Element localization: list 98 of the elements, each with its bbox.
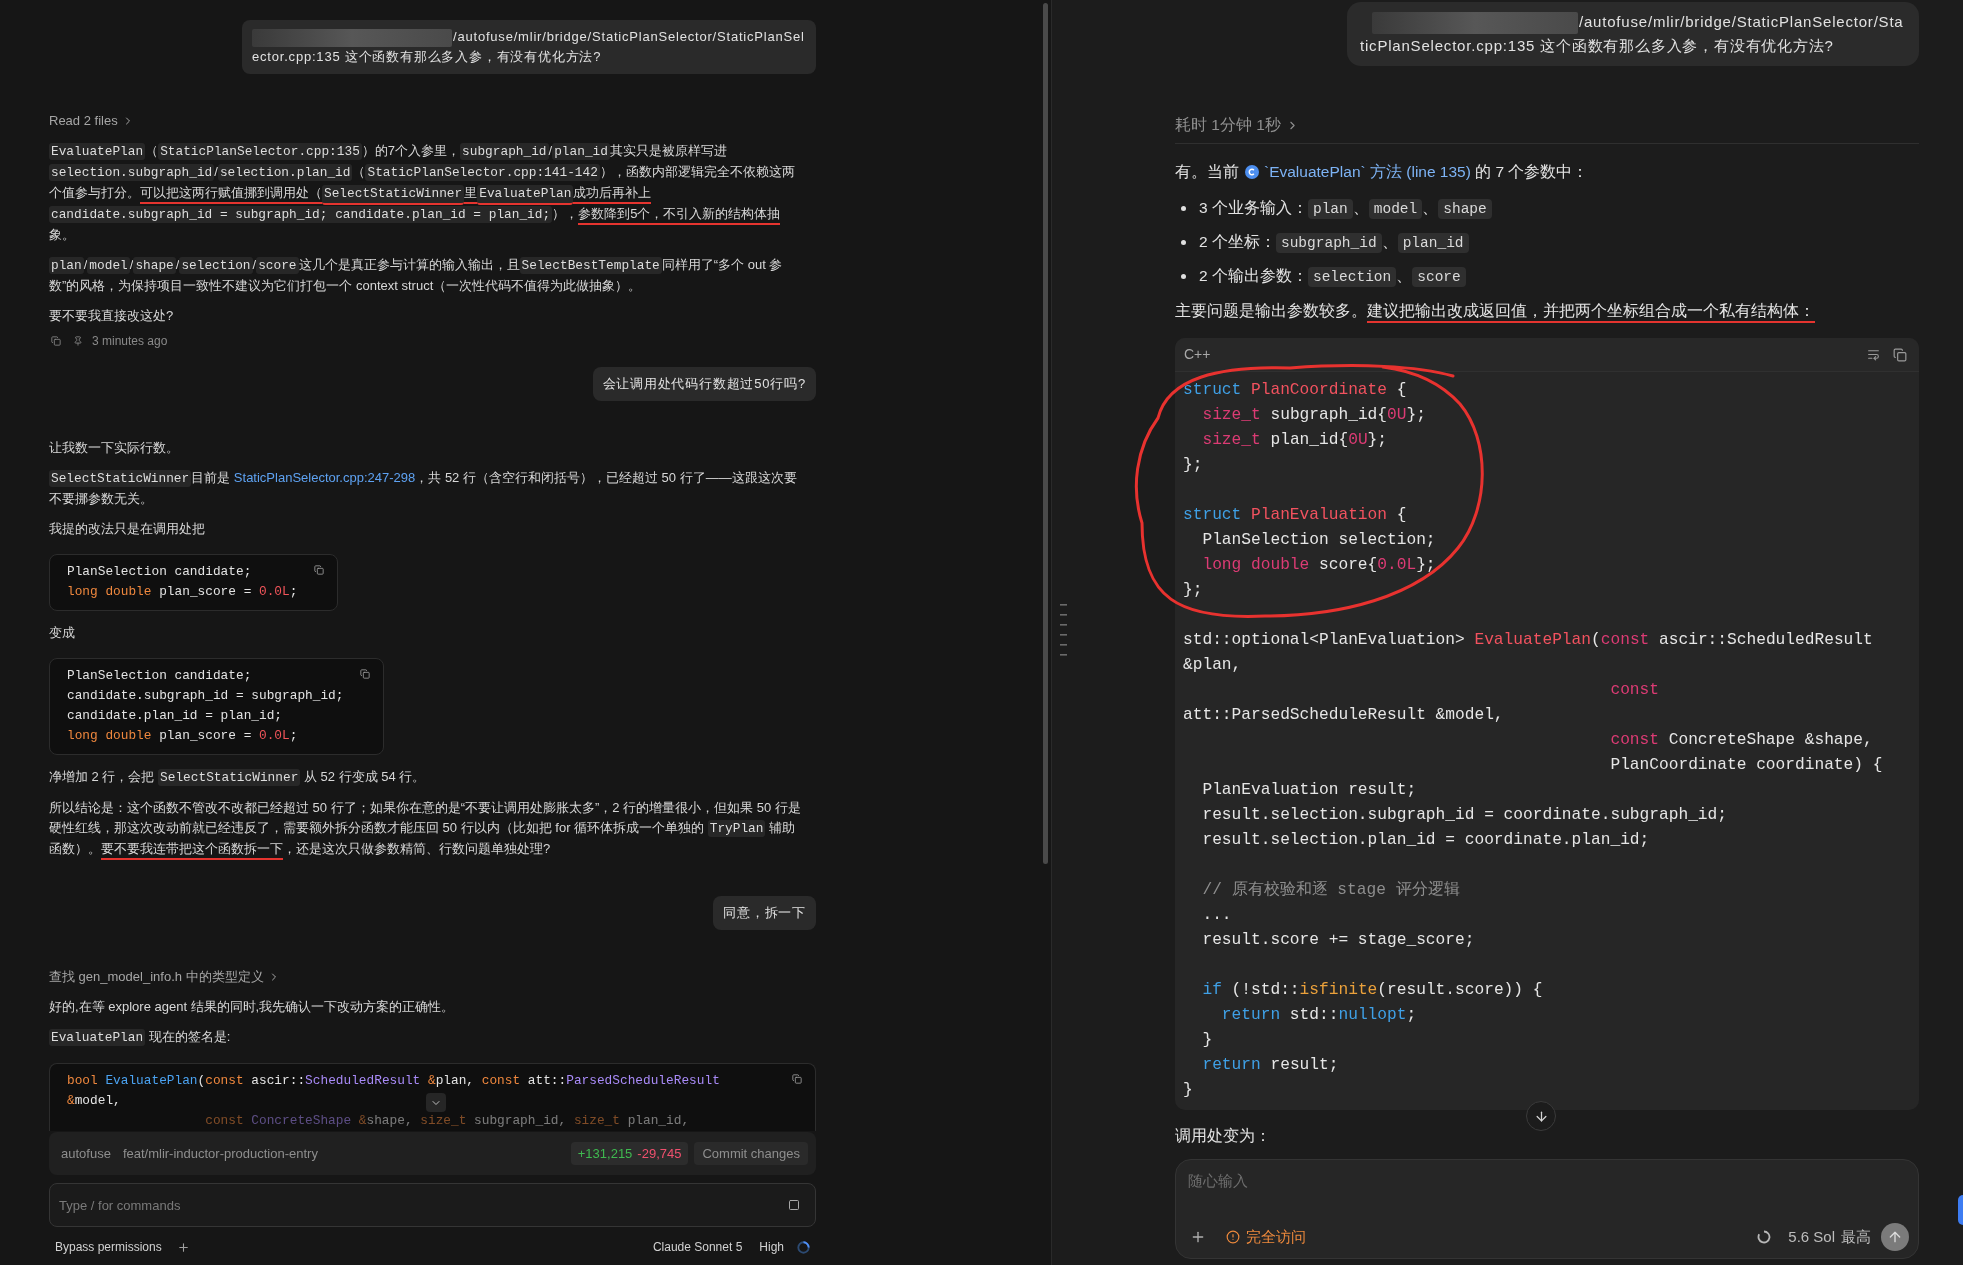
message-text: 我提的改法只是在调用处把	[49, 520, 206, 538]
model-selector-button[interactable]: Claude Sonnet 5	[652, 1238, 743, 1256]
code-line: result.score += stage_score;	[1202, 931, 1475, 950]
file-link[interactable]: StaticPlanSelector.cpp:247-298	[233, 470, 416, 485]
user-message-text: /autofuse/mlir/bridge/StaticPlanSelector/StaticPlanSelector.cpp:135 这个函数有那么多入参，有没有优化方法?	[1360, 13, 1904, 55]
message-text: 调用处变为：	[1175, 1126, 1272, 1147]
message-text: EvaluatePlan 现在的签名是:	[49, 1028, 232, 1048]
side-tab-icon[interactable]	[1958, 1195, 1963, 1225]
branch-name: feat/mlir-inductor-production-entry	[122, 1144, 318, 1163]
copy-icon[interactable]	[1893, 347, 1907, 362]
code-line: bool EvaluatePlan(const ascir::ScheduledResult &plan, const att::ParsedScheduleResult	[67, 1073, 720, 1088]
effort-selector-button[interactable]: High	[759, 1238, 784, 1256]
message-input[interactable]: 随心输入	[1188, 1169, 1909, 1194]
message-text: plan/model/shape/selection/score 这几个是真正参与计算的输入输出，且SelectBestTemplate 同样用了“多个 out 参数”的风格，为保持项目一致性不建议为它们打包一个 context struct（一次性代码不值得为此做抽象）。	[49, 256, 784, 295]
code-line: struct PlanEvaluation {	[1183, 506, 1407, 525]
code-line: PlanSelection candidate;	[67, 564, 252, 579]
copy-icon[interactable]	[51, 336, 61, 346]
code-line: long double plan_score = 0.0L;	[67, 584, 298, 599]
drag-handle-icon[interactable]	[1060, 604, 1067, 656]
wrap-text-icon[interactable]	[1867, 348, 1880, 362]
message-text: 变成	[49, 624, 76, 642]
scroll-down-button[interactable]	[1526, 1101, 1556, 1132]
code-line: // 原有校验和逐 stage 评分逻辑	[1202, 881, 1460, 900]
permission-mode-button[interactable]: Bypass permissions	[55, 1238, 162, 1256]
send-button[interactable]	[1881, 1223, 1909, 1252]
code-line: candidate.subgraph_id = subgraph_id;	[67, 688, 344, 703]
arrow-down-icon	[1533, 1108, 1549, 1124]
pin-icon[interactable]	[73, 336, 83, 346]
alert-circle-icon	[1226, 1230, 1240, 1245]
code-line: &model,	[67, 1093, 121, 1108]
message-text: 净增加 2 行，会把 SelectStaticWinner 从 52 行变成 54 行。	[49, 768, 427, 788]
code-line: if (!std::isfinite(result.score)) {	[1202, 981, 1543, 1000]
message-text: SelectStaticWinner 目前是 StaticPlanSelector.cpp:247-298，共 52 行（含空行和闭括号），已经超过 50 行了——这跟这次要不要挪参数无关。	[49, 469, 798, 508]
file-type-icon	[1245, 165, 1259, 180]
message-text: EvaluatePlan（StaticPlanSelector.cpp:135）的7个入参里，subgraph_id/plan_id 其实只是被原样写进 selection.subgraph_id/selection.plan_id（StaticPlanSelector.cpp:141-142），函数内部逻辑完全不依赖这两个值参与打分。可以把这两行赋值挪到调用处（SelectStaticWinner 里 EvaluatePlan成功后再补上 candidate.subgraph_id = subgraph_id; candidate.plan_id = plan_id;），参数降到5个，不引入新的结构体抽 象。	[49, 142, 796, 244]
user-message-text: 会让调用处代码行数超过50行吗?	[602, 376, 806, 391]
project-name: autofuse	[61, 1144, 111, 1163]
code-line: PlanSelection candidate;	[67, 668, 252, 683]
list-item-text: 2 个输出参数： selection 、 score	[1199, 265, 1466, 289]
message-text: 好的,在等 explore agent 结果的同时,我先确认一下改动方案的正确性。	[49, 998, 456, 1016]
added-lines-count: +131,215	[577, 1144, 633, 1163]
file-link[interactable]: `EvaluatePlan` 方法 (line 135)	[1264, 163, 1471, 181]
progress-ring-icon	[1757, 1230, 1772, 1245]
code-line: att::ParsedScheduleResult &model,	[1183, 706, 1504, 725]
code-line: result.selection.subgraph_id = coordinate.subgraph_id;	[1202, 806, 1727, 825]
code-line: candidate.plan_id = plan_id;	[67, 708, 283, 723]
tool-summary-toggle[interactable]: Read 2 files	[49, 111, 134, 131]
square-icon[interactable]	[788, 1199, 800, 1211]
code-line: PlanCoordinate coordinate) {	[1610, 756, 1883, 775]
copy-icon[interactable]	[314, 565, 325, 575]
copy-icon[interactable]	[360, 669, 371, 679]
bullet-icon	[1181, 206, 1186, 212]
code-line: }	[1183, 1081, 1193, 1100]
user-message-text: 同意，拆一下	[723, 905, 806, 920]
bullet-icon	[1181, 240, 1186, 246]
message-text: 主要问题是输出参数较多。建议把输出改成返回值，并把两个坐标组合成一个私有结构体：	[1175, 300, 1919, 323]
code-line: PlanEvaluation result;	[1202, 781, 1417, 800]
expand-button[interactable]	[426, 1093, 446, 1112]
message-text: 要不要我直接改这处?	[49, 307, 175, 325]
code-line: const ConcreteShape &shape,	[1610, 731, 1873, 750]
code-line: long double score{0.0L};	[1202, 556, 1436, 575]
elapsed-time-toggle[interactable]: 耗时 1分钟 1秒	[1175, 114, 1299, 137]
code-line: &plan,	[1183, 656, 1242, 675]
model-selector-button[interactable]: 5.6 Sol	[1788, 1225, 1835, 1249]
language-label: C++	[1184, 345, 1211, 365]
code-line: const ConcreteShape &shape, size_t subgraph_id, size_t plan_id,	[205, 1113, 690, 1128]
list-item-text: 3 个业务输入： plan 、 model 、 shape	[1199, 197, 1492, 221]
message-text: 让我数一下实际行数。	[49, 439, 180, 457]
code-line: ...	[1202, 906, 1232, 925]
message-text: 有。当前 `EvaluatePlan` 方法 (line 135) 的 7 个参数中：	[1175, 162, 1590, 183]
code-line: PlanSelection selection;	[1202, 531, 1436, 550]
bullet-icon	[1181, 274, 1186, 280]
code-line: long double plan_score = 0.0L;	[67, 728, 298, 743]
code-line: }	[1202, 1031, 1213, 1050]
code-line: size_t plan_id{0U};	[1202, 431, 1388, 450]
access-mode-button[interactable]: 完全访问	[1226, 1225, 1306, 1249]
code-line: };	[1183, 581, 1203, 600]
timestamp: 3 minutes ago	[92, 333, 168, 350]
code-line: result.selection.plan_id = coordinate.plan_id;	[1202, 831, 1650, 850]
scrollbar-thumb[interactable]	[1043, 3, 1048, 864]
code-line: };	[1183, 456, 1203, 475]
effort-selector-button[interactable]: 最高	[1841, 1225, 1871, 1249]
message-text: 所以结论是：这个函数不管改不改都已经超过 50 行了；如果你在意的是“不要让调用处膨胀太多”，2 行的增量很小，但如果 50 行是硬性红线，那这次改动前就已经违反了，需要额外拆分函数才能压回 50 行以内（比如把 for 循环体拆成一个单独的 TryPlan 辅助函数）。要不要我连带把这个函数拆一下，还是这次只做参数精简、行数问题单独处理?	[49, 798, 816, 859]
command-input[interactable]: Type / for commands	[49, 1183, 816, 1227]
code-line: struct PlanCoordinate {	[1183, 381, 1407, 400]
plus-icon[interactable]	[176, 1240, 190, 1254]
code-line: return std::nullopt;	[1221, 1006, 1417, 1025]
copy-icon[interactable]	[792, 1074, 802, 1084]
code-line: return result;	[1202, 1056, 1339, 1075]
commit-changes-button[interactable]: Commit changes	[694, 1142, 808, 1165]
list-item-text: 2 个坐标： subgraph_id 、 plan_id	[1199, 231, 1469, 255]
loading-spinner-icon	[797, 1240, 810, 1254]
tool-summary-toggle[interactable]: 查找 gen_model_info.h 中的类型定义	[49, 967, 280, 987]
removed-lines-count: -29,745	[637, 1144, 682, 1163]
code-line: size_t subgraph_id{0U};	[1202, 406, 1426, 425]
user-message-text: /autofuse/mlir/bridge/StaticPlanSelector/StaticPlanSelector.cpp:135 这个函数有那么多入参，有没有优化方法?	[252, 29, 805, 64]
code-line: const	[1610, 681, 1659, 700]
code-line: std::optional<PlanEvaluation> EvaluatePlan(const ascir::ScheduledResult	[1183, 631, 1873, 650]
